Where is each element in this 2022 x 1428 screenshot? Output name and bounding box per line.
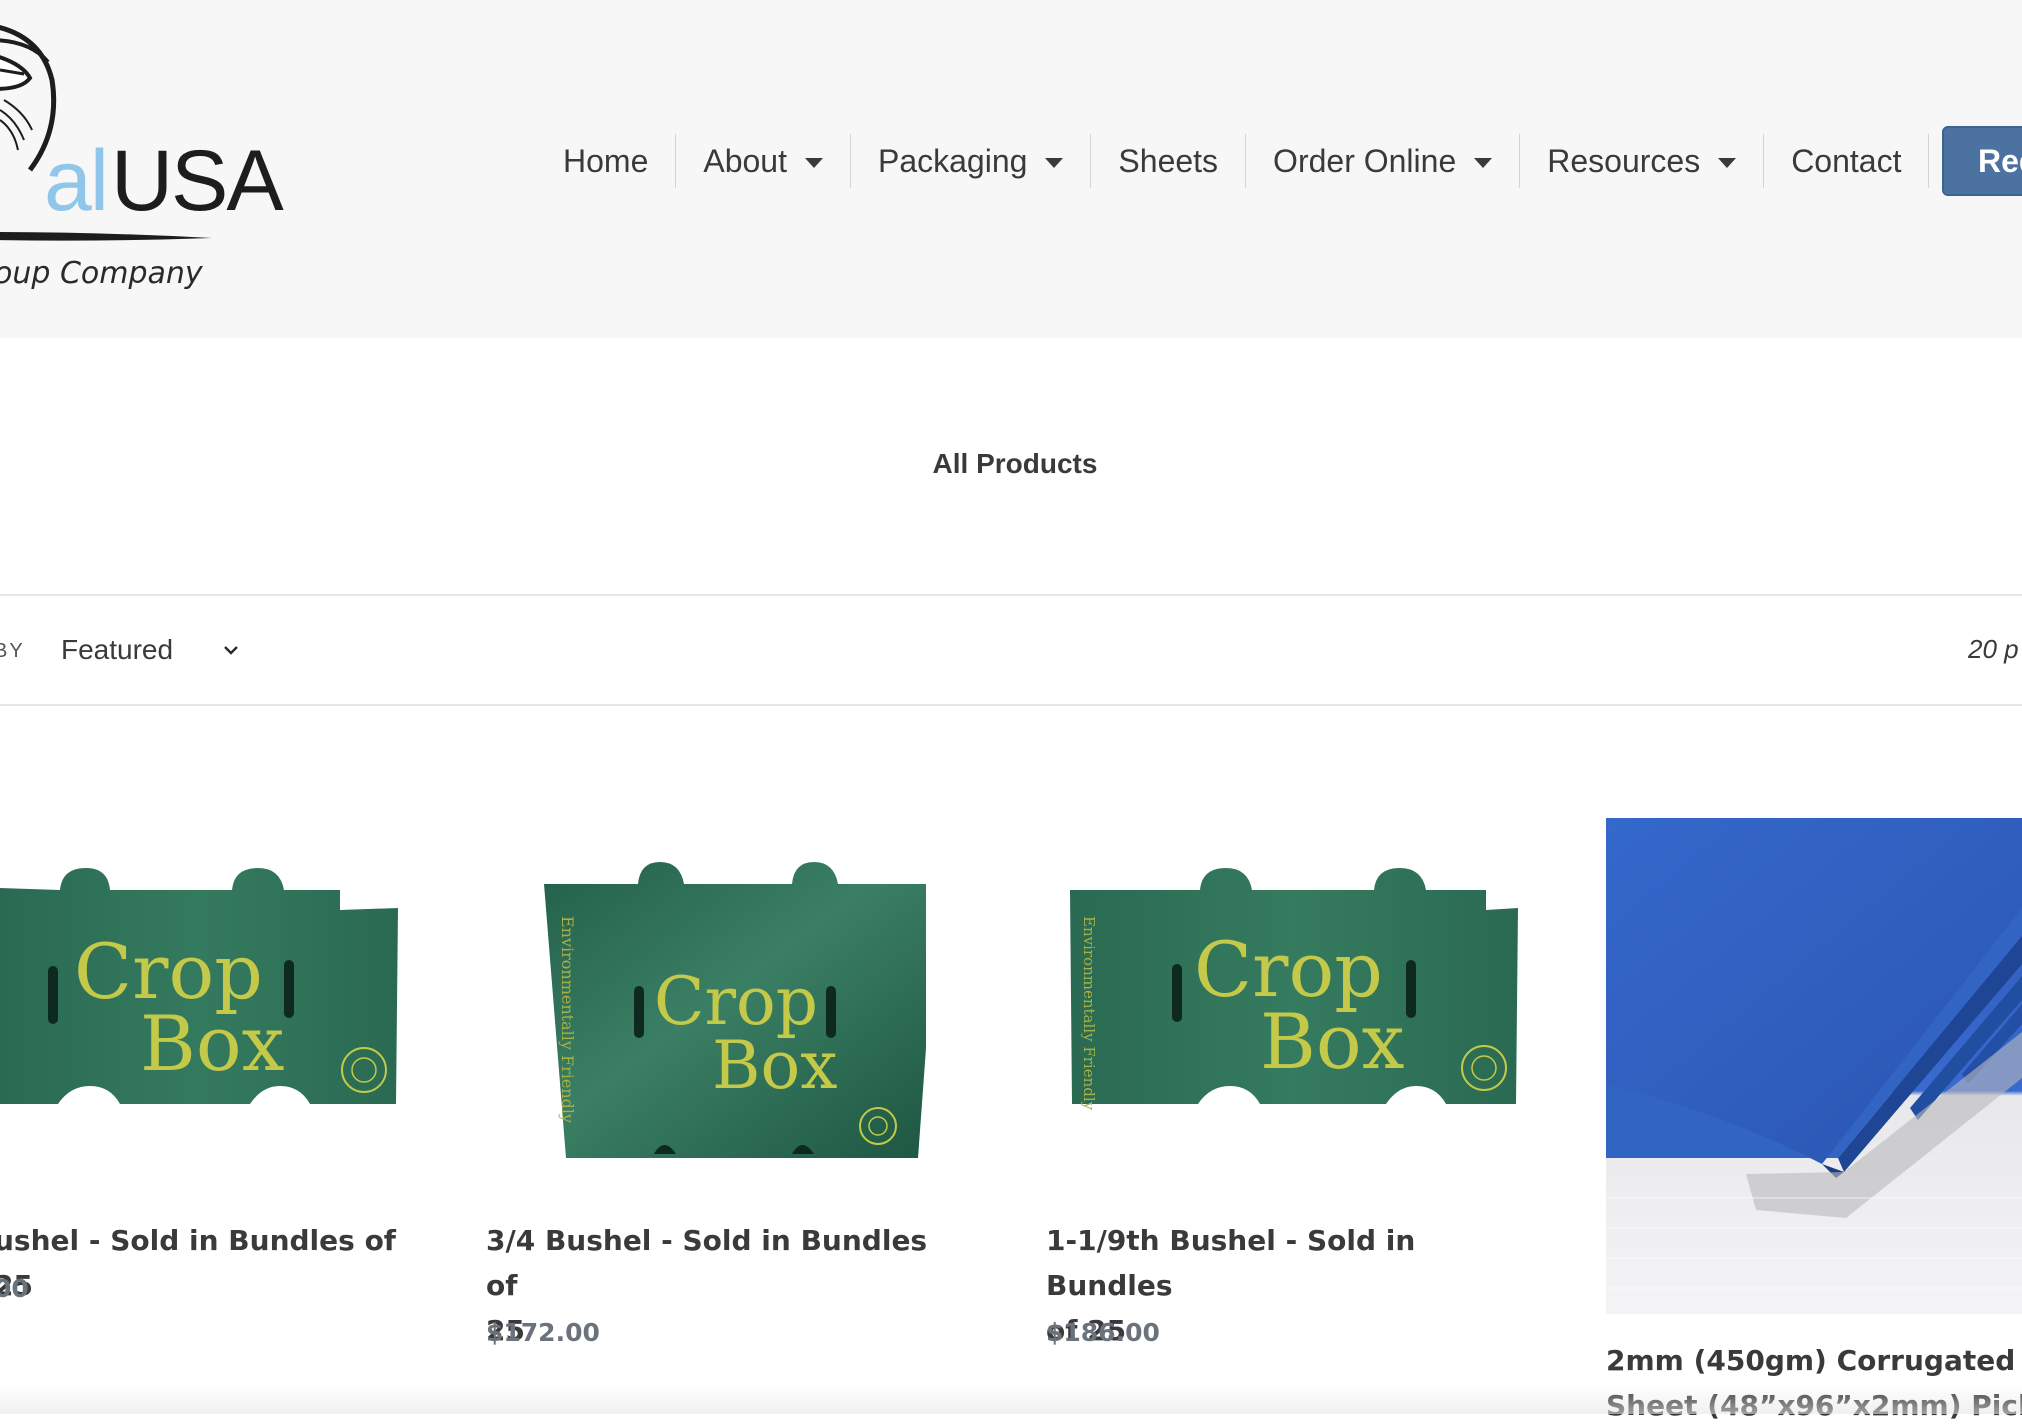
product-title-line: 1-1/9th Bushel - Sold in Bundles xyxy=(1046,1224,1416,1302)
product-title[interactable]: ushel - Sold in Bundles of 25 xyxy=(0,1218,434,1308)
nav-item-sheets[interactable]: Sheets xyxy=(1091,134,1247,188)
product-image[interactable] xyxy=(1606,818,2022,1314)
product-price: $186.00 xyxy=(1046,1318,1160,1347)
logo-tagline: oup Company xyxy=(0,256,203,291)
filter-divider-bottom xyxy=(0,704,2022,706)
main-nav: Home About Packaging Sheets Order Online… xyxy=(536,134,1930,188)
nav-item-label: Packaging xyxy=(877,142,1028,179)
product-title[interactable]: 2mm (450gm) Corrugated Pl Sheet (48”x96”… xyxy=(1606,1338,2022,1428)
filter-divider-top xyxy=(0,594,2022,596)
caret-down-icon xyxy=(1718,158,1737,168)
caret-down-icon xyxy=(1045,158,1064,168)
product-image[interactable]: Crop Box xyxy=(0,818,420,1178)
sort-selected-value: Featured xyxy=(61,634,174,665)
nav-item-packaging[interactable]: Packaging xyxy=(851,134,1092,188)
product-title-line: 3/4 Bushel - Sold in Bundles of xyxy=(486,1224,928,1302)
product-price: 00 xyxy=(0,1274,29,1303)
nav-item-contact[interactable]: Contact xyxy=(1764,134,1930,188)
logo-wordmark: alUSA xyxy=(44,133,284,229)
request-quote-button[interactable]: Req xyxy=(1942,126,2022,196)
product-count: 20 p xyxy=(1968,634,2019,664)
scroll-fade xyxy=(0,1384,2022,1414)
chevron-down-icon xyxy=(224,646,238,655)
site-header: alUSA oup Company Home About Packaging S… xyxy=(0,0,2022,338)
nav-item-order-online[interactable]: Order Online xyxy=(1246,134,1521,188)
site-logo[interactable]: alUSA oup Company xyxy=(0,0,284,338)
nav-item-label: Home xyxy=(563,142,649,179)
caret-down-icon xyxy=(804,158,823,168)
nav-item-about[interactable]: About xyxy=(676,134,851,188)
nav-item-resources[interactable]: Resources xyxy=(1520,134,1765,188)
box-print-box: Box xyxy=(1260,997,1404,1086)
sort-label: BY xyxy=(0,640,25,662)
sort-select[interactable]: Featured xyxy=(61,630,241,670)
box-print-box: Box xyxy=(712,1027,837,1104)
nav-item-label: Contact xyxy=(1791,142,1902,179)
nav-item-label: Resources xyxy=(1547,142,1701,179)
page-title: All Products xyxy=(932,448,1098,479)
product-title-line: 2mm (450gm) Corrugated Pl xyxy=(1606,1344,2022,1377)
nav-item-label: About xyxy=(703,142,787,179)
nav-item-home[interactable]: Home xyxy=(536,134,677,188)
nav-item-label: Order Online xyxy=(1273,142,1457,179)
box-side-print: Environmentally Friendly xyxy=(558,916,577,1123)
caret-down-icon xyxy=(1474,158,1493,168)
product-image[interactable]: Crop Box Environmentally Friendly xyxy=(1046,818,1526,1178)
product-image[interactable]: Crop Box Environmentally Friendly xyxy=(486,818,926,1178)
product-price: $172.00 xyxy=(486,1318,600,1347)
box-side-print: Environmentally Friendly xyxy=(1080,916,1098,1111)
nav-item-label: Sheets xyxy=(1118,142,1219,179)
box-print-box: Box xyxy=(140,999,284,1088)
